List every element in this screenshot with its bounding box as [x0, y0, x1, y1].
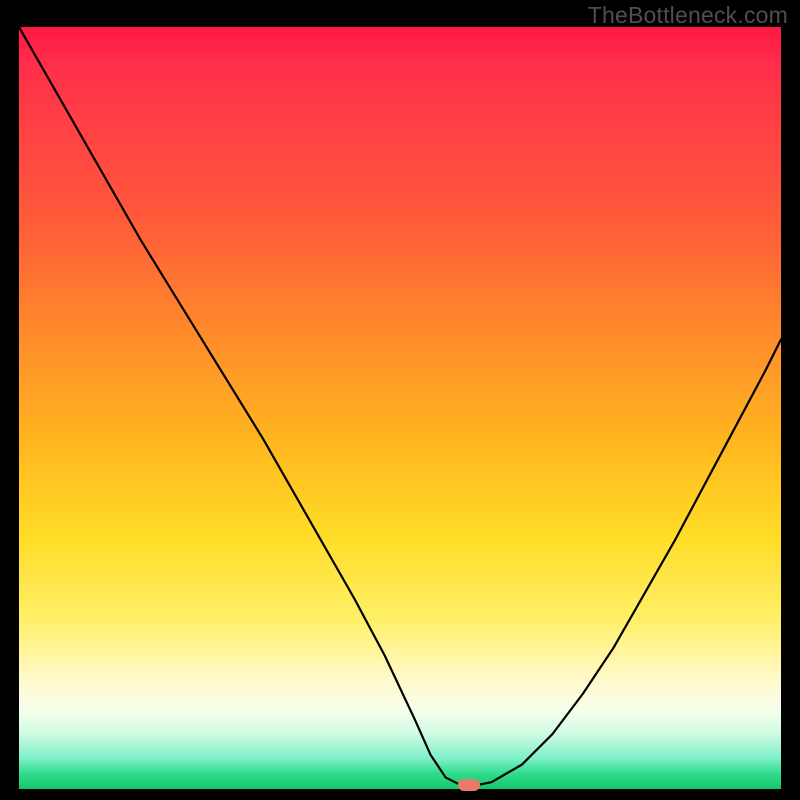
plot-area	[19, 27, 781, 789]
optimal-marker	[458, 779, 480, 791]
chart-frame: TheBottleneck.com	[0, 0, 800, 800]
watermark-text: TheBottleneck.com	[588, 2, 788, 29]
bottleneck-curve	[19, 27, 781, 789]
